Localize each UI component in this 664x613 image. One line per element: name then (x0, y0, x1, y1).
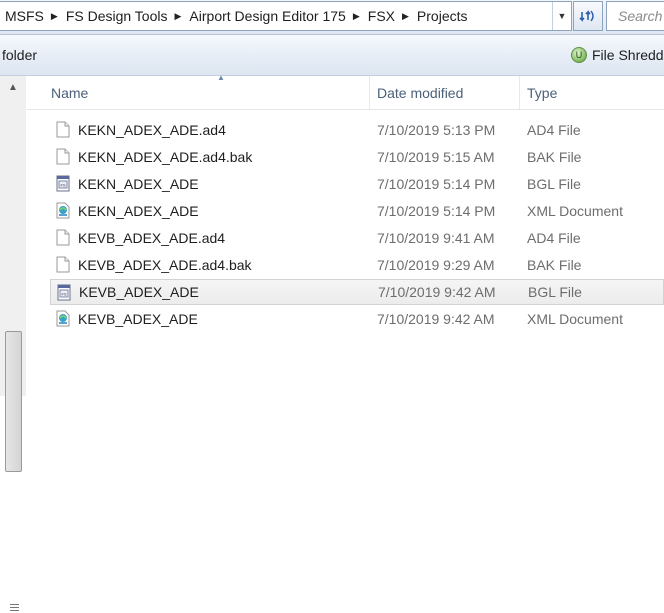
file-row[interactable]: KEVB_ADEX_ADE 7/10/2019 9:42 AM XML Docume… (50, 306, 664, 332)
address-dropdown-icon[interactable]: ▼ (552, 2, 571, 30)
file-row[interactable]: FS KEKN_ADEX_ADE 7/10/2019 5:14 PM BGL File (50, 171, 664, 197)
file-date-modified: 7/10/2019 5:14 PM (377, 203, 496, 219)
file-type: AD4 File (527, 230, 581, 246)
breadcrumb-projects[interactable]: Projects (411, 8, 473, 24)
search-input[interactable]: Search (606, 1, 664, 31)
column-header-name-label: Name (51, 84, 89, 101)
column-header-type-label: Type (527, 84, 558, 101)
file-name: KEKN_ADEX_ADE.ad4.bak (78, 149, 253, 165)
refresh-button[interactable] (573, 1, 603, 31)
file-shredder-button[interactable]: U File Shredd (571, 47, 664, 63)
blank-file-icon (56, 121, 70, 138)
file-name: KEVB_ADEX_ADE (79, 284, 199, 300)
breadcrumb-fs-design-tools[interactable]: FS Design Tools (60, 8, 173, 24)
bgl-file-icon: FS (56, 175, 70, 192)
file-type: AD4 File (527, 122, 581, 138)
file-date-modified: 7/10/2019 9:29 AM (377, 257, 495, 273)
column-header-date-modified[interactable]: Date modified (370, 76, 520, 109)
file-shredder-icon: U (571, 47, 587, 63)
svg-text:FS: FS (61, 292, 66, 297)
file-row[interactable]: KEKN_ADEX_ADE.ad4 7/10/2019 5:13 PM AD4 Fi… (50, 117, 664, 143)
file-date-modified: 7/10/2019 9:42 AM (378, 284, 496, 300)
file-row[interactable]: KEKN_ADEX_ADE.ad4.bak 7/10/2019 5:15 AM BA… (50, 144, 664, 170)
file-name: KEKN_ADEX_ADE (78, 203, 199, 219)
file-list: Name ▲ Date modified Type KEKN_ADEX_ADE.… (27, 73, 664, 396)
file-type: BGL File (527, 176, 581, 192)
breadcrumb-separator-icon[interactable]: ▶ (351, 11, 362, 22)
column-header-type[interactable]: Type (520, 76, 664, 109)
refresh-icon (579, 10, 594, 22)
xml-file-icon (56, 310, 70, 327)
file-type: BAK File (527, 257, 582, 273)
address-bar-region: MSFS ▶ FS Design Tools ▶ Airport Design … (0, 0, 664, 35)
bgl-file-icon: FS (57, 284, 71, 301)
blank-file-icon (56, 229, 70, 246)
address-bar[interactable]: MSFS ▶ FS Design Tools ▶ Airport Design … (0, 1, 572, 31)
file-type: BAK File (527, 149, 582, 165)
file-name: KEVB_ADEX_ADE (78, 311, 198, 327)
breadcrumb-separator-icon[interactable]: ▶ (173, 11, 184, 22)
breadcrumb-separator-icon[interactable]: ▶ (49, 11, 60, 22)
column-header-name[interactable]: Name ▲ (44, 73, 370, 109)
file-date-modified: 7/10/2019 5:14 PM (377, 176, 496, 192)
svg-text:FS: FS (60, 183, 65, 188)
scroll-up-arrow-icon[interactable]: ▲ (8, 82, 18, 93)
breadcrumb-fsx[interactable]: FSX (362, 8, 400, 24)
nav-pane-scrollbar[interactable]: ▲ (0, 76, 26, 613)
command-bar: folder U File Shredd (0, 35, 664, 76)
file-name: KEKN_ADEX_ADE.ad4 (78, 122, 226, 138)
breadcrumb-msfs[interactable]: MSFS (0, 8, 49, 24)
file-type: XML Document (527, 203, 623, 219)
blank-file-icon (56, 148, 70, 165)
file-type: XML Document (527, 311, 623, 327)
file-row[interactable]: KEKN_ADEX_ADE 7/10/2019 5:14 PM XML Docume… (50, 198, 664, 224)
file-date-modified: 7/10/2019 5:15 AM (377, 149, 495, 165)
column-header-row: Name ▲ Date modified Type (27, 73, 664, 110)
xml-file-icon (56, 202, 70, 219)
file-name: KEVB_ADEX_ADE.ad4 (78, 230, 226, 246)
column-header-date-label: Date modified (377, 84, 464, 101)
breadcrumb-airport-design-editor[interactable]: Airport Design Editor 175 (183, 8, 350, 24)
new-folder-button[interactable]: folder (2, 47, 37, 63)
grip-icon (10, 604, 19, 613)
sort-ascending-icon: ▲ (217, 73, 225, 82)
file-row[interactable]: KEVB_ADEX_ADE.ad4.bak 7/10/2019 9:29 AM BA… (50, 252, 664, 278)
file-type: BGL File (528, 284, 582, 300)
file-row[interactable]: FS KEVB_ADEX_ADE 7/10/2019 9:42 AM BGL File (50, 279, 664, 305)
file-date-modified: 7/10/2019 5:13 PM (377, 122, 496, 138)
file-date-modified: 7/10/2019 9:42 AM (377, 311, 495, 327)
file-row[interactable]: KEVB_ADEX_ADE.ad4 7/10/2019 9:41 AM AD4 Fi… (50, 225, 664, 251)
file-date-modified: 7/10/2019 9:41 AM (377, 230, 495, 246)
file-name: KEKN_ADEX_ADE (78, 176, 199, 192)
scrollbar-thumb[interactable] (5, 331, 22, 613)
file-name: KEVB_ADEX_ADE.ad4.bak (78, 257, 252, 273)
file-shredder-label: File Shredd (592, 47, 664, 63)
breadcrumb-separator-icon[interactable]: ▶ (400, 11, 411, 22)
blank-file-icon (56, 256, 70, 273)
